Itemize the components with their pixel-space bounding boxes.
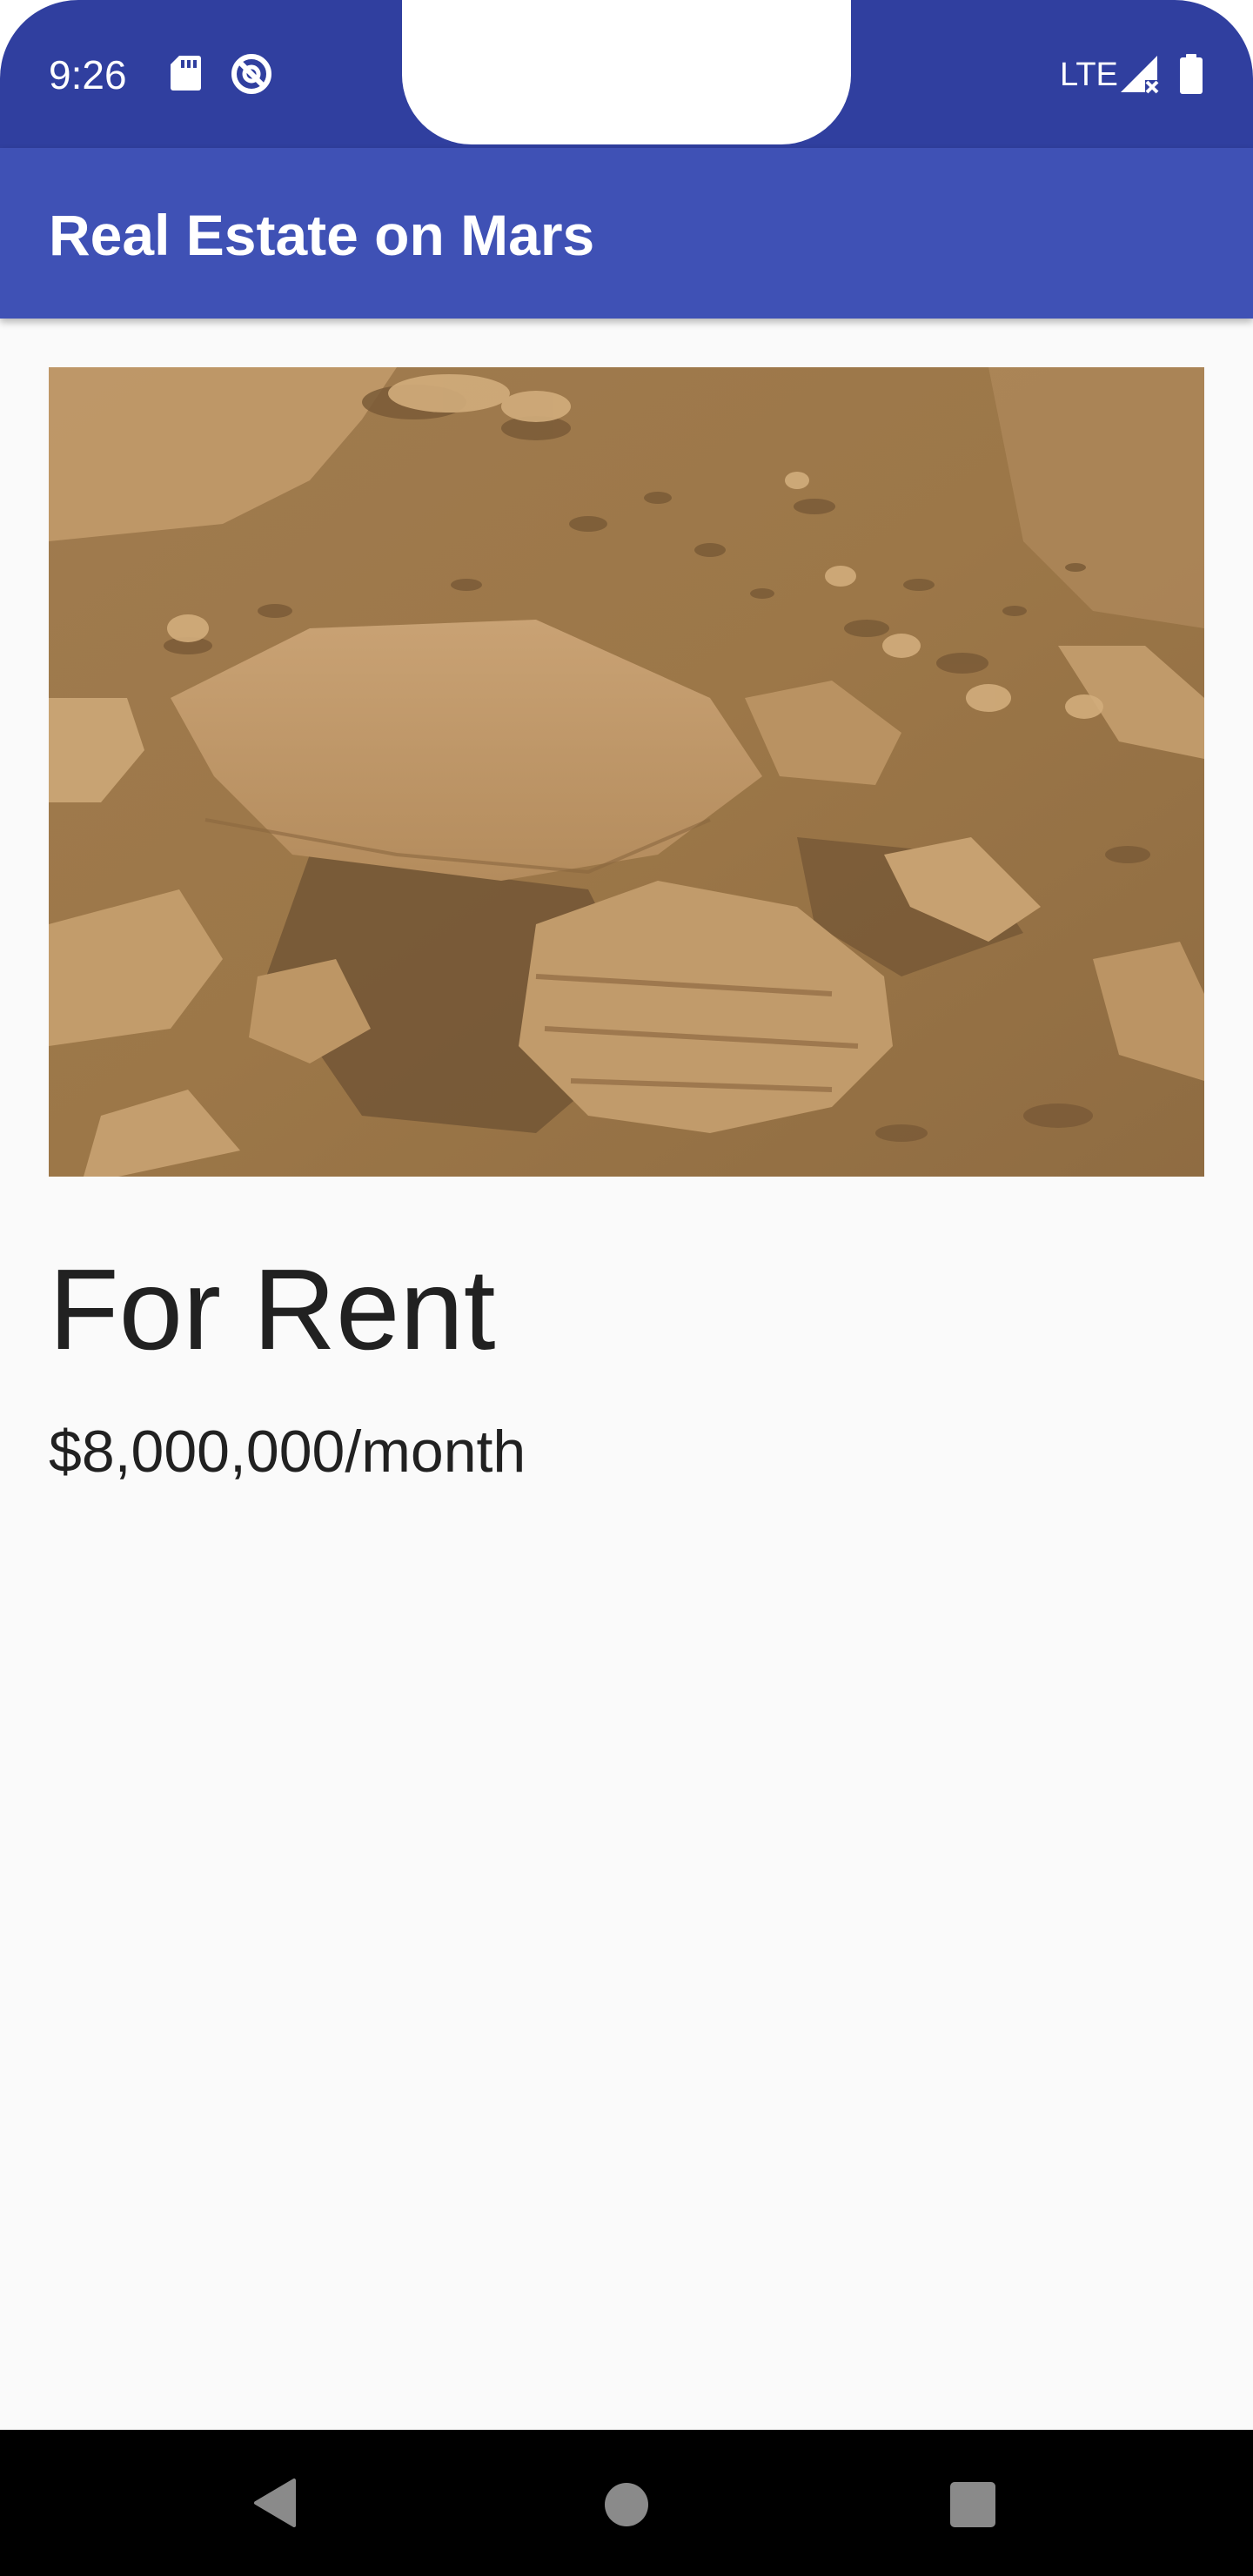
app-title: Real Estate on Mars — [49, 203, 595, 267]
display-notch — [402, 0, 851, 144]
status-bar: 9:26 LTE — [0, 0, 1253, 148]
sync-icon — [230, 52, 273, 100]
mars-surface-photo — [49, 367, 1204, 1177]
network-type-label: LTE — [1060, 57, 1118, 93]
listing-price: $8,000,000/month — [49, 1419, 526, 1485]
listing-type-heading: For Rent — [49, 1245, 496, 1373]
battery-icon — [1178, 54, 1204, 98]
signal-icon — [1119, 54, 1161, 98]
navigation-bar — [0, 2430, 1253, 2576]
status-time: 9:26 — [49, 52, 127, 97]
back-icon[interactable] — [252, 2477, 298, 2533]
recents-icon[interactable] — [950, 2482, 995, 2527]
app-bar: Real Estate on Mars — [0, 148, 1253, 319]
home-icon[interactable] — [605, 2483, 648, 2526]
sd-card-icon — [169, 54, 202, 97]
